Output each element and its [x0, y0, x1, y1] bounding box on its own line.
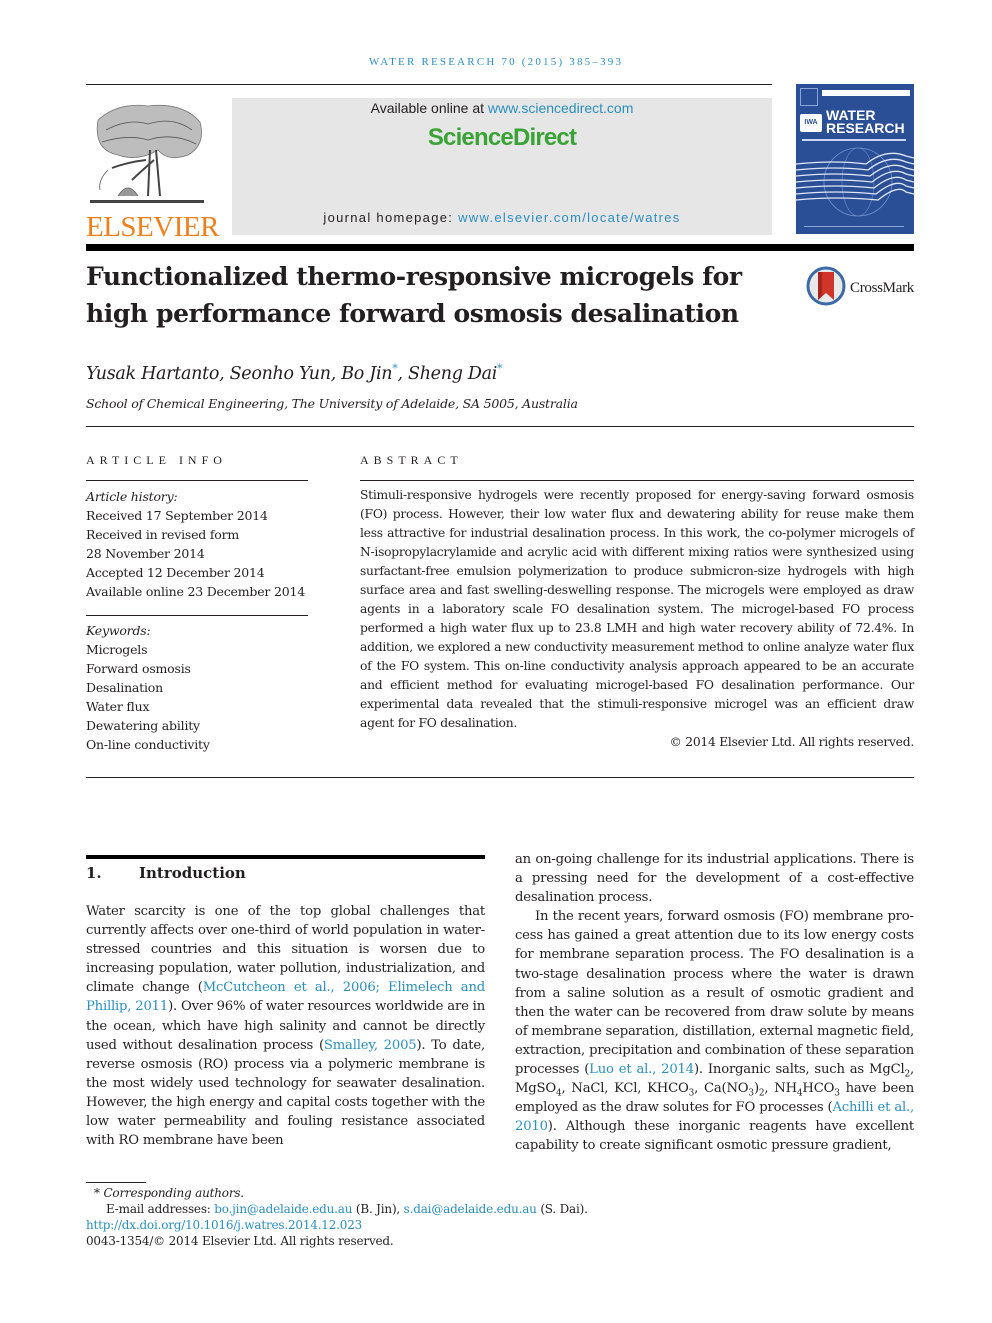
affiliation: School of Chemical Engineering, The Univ…	[86, 396, 578, 411]
cover-globe-waves-icon	[796, 147, 914, 217]
journal-cover-image[interactable]: IWA WATER RESEARCH	[796, 84, 914, 234]
masthead-thick-rule	[86, 244, 914, 251]
crossmark-icon	[806, 266, 846, 306]
masthead-top-rule	[86, 84, 772, 85]
corresponding-author-mark[interactable]: *	[497, 362, 503, 375]
article-history: Article history: Received 17 September 2…	[86, 487, 316, 601]
history-item: Available online 23 December 2014	[86, 584, 305, 599]
keywords-label: Keywords:	[86, 623, 151, 638]
author-list: Yusak Hartanto, Seonho Yun, Bo Jin*, She…	[86, 362, 503, 384]
abstract-text: Stimuli-responsive hydrogels were recent…	[360, 488, 914, 730]
sciencedirect-box: Available online at www.sciencedirect.co…	[232, 98, 772, 235]
doi-line: http://dx.doi.org/10.1016/j.watres.2014.…	[86, 1217, 786, 1233]
body-column-left: Water scarcity is one of the top global …	[86, 902, 485, 1150]
footnote-rule	[86, 1182, 146, 1183]
elsevier-wordmark: ELSEVIER	[86, 211, 219, 243]
email-footnote: E-mail addresses: bo.jin@adelaide.edu.au…	[106, 1202, 588, 1216]
section-number: 1.	[86, 864, 102, 882]
author[interactable]: Yusak Hartanto	[86, 364, 219, 384]
keywords: Keywords: Microgels Forward osmosis Desa…	[86, 621, 316, 754]
divider	[86, 480, 308, 481]
author[interactable]: Seonho Yun	[230, 364, 331, 384]
journal-homepage-link[interactable]: www.elsevier.com/locate/watres	[458, 210, 681, 225]
available-online-prefix: Available online at	[370, 100, 488, 116]
corresponding-footnote: * Corresponding authors.	[94, 1186, 244, 1200]
author[interactable]: Bo Jin	[341, 364, 392, 384]
keyword: Microgels	[86, 642, 148, 657]
article-info-heading: ARTICLE INFO	[86, 453, 227, 467]
doi-link[interactable]: http://dx.doi.org/10.1016/j.watres.2014.…	[86, 1218, 362, 1232]
journal-homepage-prefix: journal homepage:	[323, 210, 459, 225]
sciencedirect-logo[interactable]: ScienceDirect	[232, 124, 772, 152]
issn-copyright: 0043-1354/© 2014 Elsevier Ltd. All right…	[86, 1234, 394, 1248]
iwa-badge-icon: IWA	[800, 114, 822, 132]
article-history-label: Article history:	[86, 489, 178, 504]
abstract-copyright: © 2014 Elsevier Ltd. All rights reserved…	[669, 735, 915, 749]
journal-homepage-text: journal homepage: www.elsevier.com/locat…	[232, 210, 772, 225]
keyword: Water flux	[86, 699, 150, 714]
email-link[interactable]: s.dai@adelaide.edu.au	[404, 1202, 537, 1216]
paragraph: In the recent years, forward osmosis (FO…	[515, 909, 915, 1154]
section-heading-introduction: 1. Introduction	[86, 864, 246, 882]
cover-title: WATER RESEARCH	[826, 107, 905, 136]
masthead: ELSEVIER Available online at www.science…	[86, 84, 914, 251]
cover-elsevier-mark	[800, 88, 818, 106]
citation-link[interactable]: Smalley, 2005	[324, 1038, 417, 1053]
available-online-text: Available online at www.sciencedirect.co…	[232, 100, 772, 116]
keyword: On-line conductivity	[86, 737, 210, 752]
keyword: Desalination	[86, 680, 163, 695]
article-title-line1: Functionalized thermo-responsive microge…	[86, 262, 742, 291]
abstract-heading: ABSTRACT	[360, 453, 463, 467]
paragraph: an on-going challenge for its industrial…	[515, 852, 914, 906]
history-item: 28 November 2014	[86, 546, 205, 561]
keyword: Forward osmosis	[86, 661, 191, 676]
history-item: Received in revised form	[86, 527, 240, 542]
section-rule	[86, 855, 485, 859]
citation-link[interactable]: Luo et al., 2014	[589, 1062, 694, 1077]
running-head: WATER RESEARCH 70 (2015) 385–393	[368, 56, 624, 68]
elsevier-logo[interactable]: ELSEVIER	[86, 100, 219, 243]
divider	[360, 480, 914, 481]
history-item: Accepted 12 December 2014	[86, 565, 265, 580]
email-link[interactable]: bo.jin@adelaide.edu.au	[214, 1202, 352, 1216]
elsevier-tree-icon	[90, 104, 204, 203]
body-column-right: an on-going challenge for its industrial…	[515, 850, 914, 1156]
crossmark-label: CrossMark	[850, 280, 914, 296]
cover-bottom-rule	[804, 226, 904, 227]
paragraph: Water scarcity is one of the top global …	[86, 904, 486, 1149]
sciencedirect-link[interactable]: www.sciencedirect.com	[488, 100, 634, 116]
section-title: Introduction	[139, 864, 246, 882]
divider	[86, 426, 914, 427]
history-item: Received 17 September 2014	[86, 508, 268, 523]
author[interactable]: Sheng Dai	[408, 364, 497, 384]
cover-subtitle-bar	[802, 139, 906, 141]
crossmark-button[interactable]: CrossMark	[806, 266, 926, 310]
keyword: Dewatering ability	[86, 718, 200, 733]
cover-top-bar	[822, 90, 910, 96]
article-title-line2: high performance forward osmosis desalin…	[86, 299, 739, 328]
divider	[86, 615, 308, 616]
article-title: Functionalized thermo-responsive microge…	[86, 258, 766, 332]
divider	[86, 777, 914, 778]
footnotes: * Corresponding authors. E-mail addresse…	[86, 1185, 786, 1249]
